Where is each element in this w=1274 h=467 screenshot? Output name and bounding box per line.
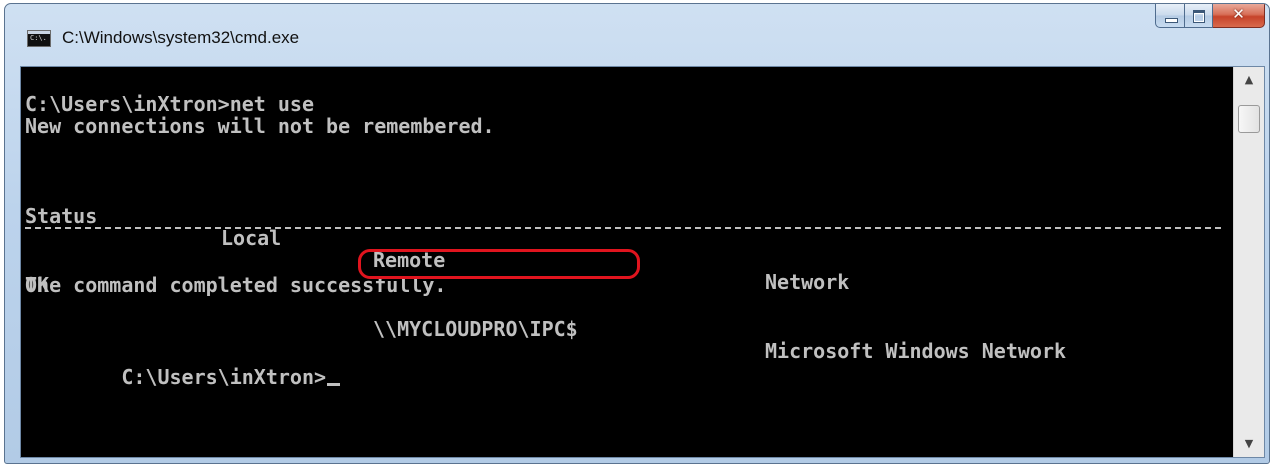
notice-line: New connections will not be remembered. xyxy=(25,114,495,138)
minimize-button[interactable] xyxy=(1155,4,1185,28)
header-row: Status Local Remote Network xyxy=(25,183,1215,293)
cmd-window: C:\. C:\Windows\system32\cmd.exe ✕ C:\Us… xyxy=(4,3,1270,464)
close-button[interactable]: ✕ xyxy=(1213,4,1265,28)
vertical-scrollbar[interactable]: ▲ ▼ xyxy=(1233,67,1264,457)
header-network: Network xyxy=(765,270,850,294)
connection-network: Microsoft Windows Network xyxy=(765,339,1067,363)
close-icon: ✕ xyxy=(1232,5,1245,23)
separator-line xyxy=(25,227,1221,229)
minimize-icon xyxy=(1165,18,1178,23)
prompt-text: C:\Users\inXtron> xyxy=(121,365,327,389)
maximize-icon xyxy=(1193,10,1205,23)
prompt-line[interactable]: C:\Users\inXtron> xyxy=(25,344,341,388)
cmd-icon[interactable]: C:\. xyxy=(27,30,51,47)
caption-buttons: ✕ xyxy=(1155,4,1265,30)
window-title: C:\Windows\system32\cmd.exe xyxy=(62,28,300,47)
remote-highlight-ring xyxy=(358,249,640,279)
title-bar[interactable]: C:\. C:\Windows\system32\cmd.exe ✕ xyxy=(5,4,1269,66)
scroll-thumb[interactable] xyxy=(1238,105,1260,133)
scroll-down-arrow-icon[interactable]: ▼ xyxy=(1234,433,1264,455)
header-status: Status xyxy=(25,204,98,228)
header-local: Local xyxy=(221,226,282,250)
maximize-button[interactable] xyxy=(1185,4,1213,28)
console-output[interactable]: C:\Users\inXtron>net use New connections… xyxy=(21,67,1233,457)
scroll-up-arrow-icon[interactable]: ▲ xyxy=(1234,69,1264,91)
console-frame: C:\Users\inXtron>net use New connections… xyxy=(20,66,1265,458)
connection-remote: \\MYCLOUDPRO\IPC$ xyxy=(373,317,578,341)
command-line: C:\Users\inXtron>net use xyxy=(25,92,314,116)
text-cursor xyxy=(327,383,341,386)
